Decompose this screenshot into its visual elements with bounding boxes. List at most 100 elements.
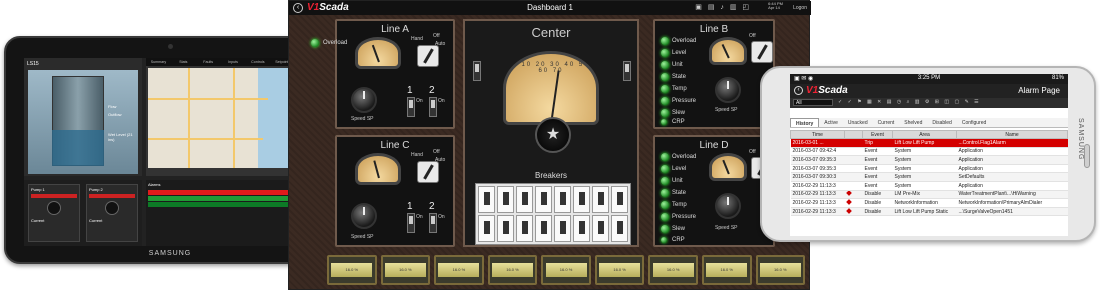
pump-status-bar [31,194,77,198]
home-button[interactable] [1084,144,1090,168]
pump-dial-icon[interactable] [105,201,119,215]
breaker[interactable] [573,186,590,213]
on-label: On [416,98,423,104]
breaker[interactable] [535,215,552,242]
speed-knob[interactable] [715,193,741,219]
status-lamp [661,37,669,45]
status-lamp [661,97,669,105]
level-meter: 16.0 % [701,255,752,285]
center-gauge: 0 10 20 30 40 50 60 70 [503,51,599,125]
filter-select[interactable]: All [793,99,833,106]
breaker[interactable] [497,186,514,213]
switch-2[interactable] [429,97,437,117]
breaker[interactable] [497,215,514,242]
alarm-row[interactable]: 2016-02-29 11:13:3 Disable NetworkInformat… [790,198,1068,208]
breaker[interactable] [516,186,533,213]
lamp-label: Slew [672,226,686,232]
cell-area: Lift Low Lift Pump [892,138,957,148]
tab-shelved[interactable]: Shelved [899,118,927,127]
lamp-label: Pressure [672,98,697,104]
road [233,68,235,168]
breaker[interactable] [611,186,628,213]
breaker[interactable] [592,215,609,242]
gauge-needle [371,44,380,63]
toolbar-icons[interactable]: ▣ ▤ ♪ ▥ ◰ [695,3,751,11]
tab-history[interactable]: History [790,118,820,127]
page-title: Alarm Page [1018,86,1060,95]
switch-2[interactable] [429,213,437,233]
hand-off-auto-selector[interactable] [751,41,773,63]
alarm-row[interactable]: 2016-03-07 09:42:4 Event System Application [790,147,1068,157]
well-panel: LS15 Flow Outflow Wet Level (21 ins) [24,58,142,176]
cell-icon [844,198,863,208]
cell-name: Application [956,181,1068,191]
col-time[interactable]: Time [790,130,845,139]
col-name[interactable]: Name [956,130,1068,139]
logon-button[interactable]: Logon [793,5,807,11]
line-c-gauge [355,153,401,185]
tab-stats[interactable]: Stats [171,58,196,66]
off-label: Off [433,33,440,39]
alarm-row[interactable]: 2016-03-07 09:30:3 Event System SetDefaults [790,172,1068,182]
breaker[interactable] [554,215,571,242]
tab-faults[interactable]: Faults [196,58,221,66]
pump-dial-icon[interactable] [47,201,61,215]
pump-status-bar [89,194,135,198]
tab-inputs[interactable]: Inputs [221,58,246,66]
breaker[interactable] [535,186,552,213]
breaker[interactable] [592,186,609,213]
tab-controls[interactable]: Controls [245,58,270,66]
col-event[interactable]: Event [862,130,893,139]
level-meter: 16.0 % [541,255,591,285]
speed-knob[interactable] [351,203,377,229]
alarm-row[interactable]: 2016-03-07 09:35:3 Event System Application [790,155,1068,165]
breaker[interactable] [611,215,628,242]
breaker[interactable] [573,215,590,242]
line-d-panel: Line D Overload Level Unit State Temp Pr… [653,135,775,247]
center-panel: Center 0 10 20 30 40 50 60 70 ★ Breakers [463,19,639,247]
cell-time: 2016-03-01 ... [790,138,845,148]
lamp-label: Pressure [672,214,697,220]
stage: LS15 Flow Outflow Wet Level (21 ins) Pum… [0,0,1100,300]
back-icon[interactable]: ‹ [794,86,803,95]
status-bar: ▣ ✉ ◉ 3:25 PM 81% [790,74,1068,84]
pump-card[interactable]: Pump 1 Current [28,184,80,242]
speed-knob[interactable] [351,87,377,113]
cell-name: Application [956,147,1068,157]
pump-current: Current [89,218,103,223]
center-slider-left[interactable] [473,61,481,81]
alarm-row[interactable]: 2016-02-29 11:13:3 Event System Application [790,181,1068,191]
breaker[interactable] [554,186,571,213]
tab-active[interactable]: Active [819,118,843,127]
pump-card[interactable]: Pump 2 Current [86,184,138,242]
tab-summary[interactable]: Summary [146,58,171,66]
hand-label: Hand [411,152,423,158]
toolbar-icons[interactable]: ✓ ✓ ⚑ ▦ ✕ ▤ ◷ ⌕ ▥ ⚙ ⊞ ◫ ▢ ✎ ☰ [838,99,981,105]
status-lamp [661,237,667,243]
switch-1[interactable] [407,213,415,233]
center-slider-right[interactable] [623,61,631,81]
on-label: On [416,214,423,220]
breaker[interactable] [516,215,533,242]
breaker[interactable] [478,186,495,213]
hand-off-auto-selector[interactable] [417,161,439,183]
line-a-panel: Line A Hand Off Auto Speed SP 1 2 On On … [311,19,455,129]
hand-off-auto-selector[interactable] [417,45,439,67]
tab-unacked[interactable]: Unacked [843,118,873,127]
alarm-row[interactable]: 2016-03-07 09:35:3 Event System Application [790,164,1068,174]
alarm-row[interactable]: 2016-02-29 11:13:3 Disable Lift Low Lift P… [790,207,1068,217]
cell-time: 2016-02-29 11:13:3 [790,198,845,208]
pump-label: Pump 2 [89,187,103,192]
phone-brand: SAMSUNG [1077,118,1084,161]
col-icon[interactable] [844,130,863,139]
alarm-row[interactable]: 2016-02-29 11:13:3 Disable LM Pre-Mix Water… [790,190,1068,200]
line-a-gauge [355,37,401,69]
speed-knob[interactable] [715,77,741,103]
tab-current[interactable]: Current [873,118,900,127]
col-area[interactable]: Area [892,130,957,139]
alarm-row[interactable]: 2016-03-01 ... Trip Lift Low Lift Pump ...C… [790,138,1068,148]
switch-1[interactable] [407,97,415,117]
tab-configured[interactable]: Configured [957,118,991,127]
breaker[interactable] [478,215,495,242]
tab-disabled[interactable]: Disabled [927,118,956,127]
